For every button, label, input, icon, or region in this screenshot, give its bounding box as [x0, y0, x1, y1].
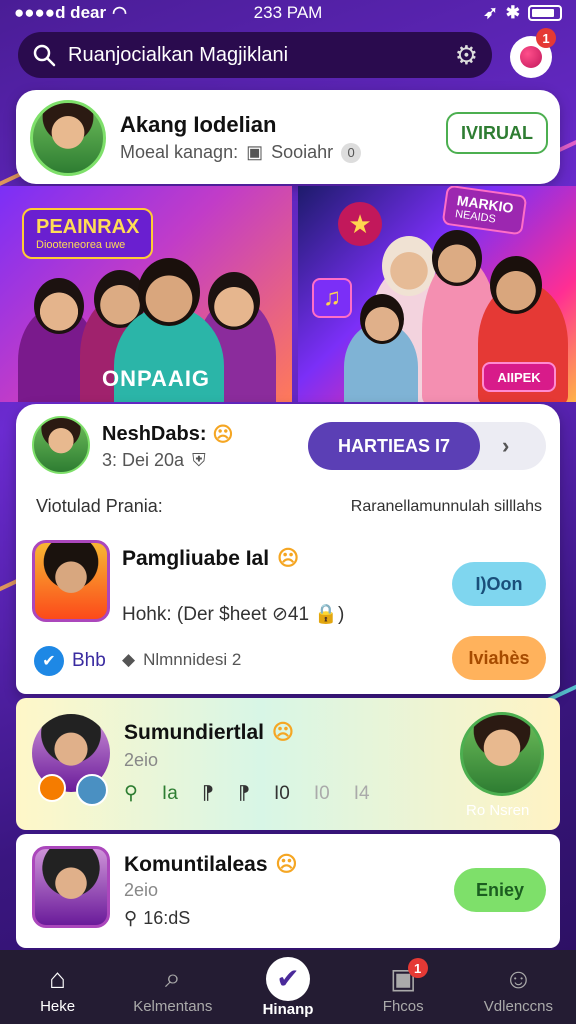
section-label-left: Viotulad Prania: — [36, 496, 163, 516]
banner-tag: MARKIO NEAIDS — [441, 186, 528, 236]
profile-subtitle: Moeal kanagn: — [120, 142, 239, 162]
notification-badge: 1 — [407, 958, 428, 978]
verified-icon: ✔ — [34, 646, 64, 676]
stat-value: I0 — [273, 782, 290, 804]
location-pin-icon: ⚲ — [124, 783, 138, 804]
avatar[interactable] — [32, 416, 90, 474]
nav-label: Heke — [40, 997, 76, 1015]
post-title: Pamgliuabe Ial — [122, 546, 270, 570]
bluetooth-icon: ✱ — [505, 3, 520, 22]
stat-value: ⁋ — [201, 783, 214, 804]
stat-value: I0 — [313, 782, 330, 804]
post-title: Komuntilaleas — [124, 852, 268, 876]
harties-button[interactable]: HARTIEAS I7 › — [308, 422, 546, 470]
profile-meta: Sooiahr — [271, 142, 334, 162]
nav-profile[interactable]: ☺ Vdlenccns — [461, 950, 576, 1024]
status-bar: ●●●●d dear ◠ 233 PAM ➶ ✱ — [0, 0, 576, 26]
enjoy-button[interactable]: Eniey — [454, 868, 546, 912]
virtual-button[interactable]: IVIRUAL — [446, 112, 548, 154]
banner-cta-button[interactable]: AIIPEK — [482, 362, 556, 392]
gear-icon[interactable]: ⚙ — [455, 40, 478, 71]
avatar — [520, 46, 542, 68]
person-image — [432, 230, 482, 286]
post-title: Sumundiertlal — [124, 720, 265, 744]
star-icon: ★ — [338, 202, 382, 246]
banner-left[interactable]: PEAINRAX Diooteneorea uwe ONPAAIG — [0, 186, 292, 402]
person-image — [208, 272, 260, 330]
notification-badge: 1 — [536, 28, 556, 48]
banner-tag-sub: Diooteneorea uwe — [36, 239, 126, 251]
nav-label: Kelmentans — [133, 997, 213, 1015]
post-thumbnail[interactable] — [32, 846, 110, 928]
search-icon — [33, 44, 56, 67]
location-pin-icon: ⚲ — [124, 908, 138, 928]
avatar[interactable] — [30, 100, 106, 176]
nav-home[interactable]: ⌂ Heke — [0, 950, 115, 1024]
stat-value: I4 — [353, 782, 370, 804]
nav-check[interactable]: ✔ Hinanp — [230, 950, 345, 1024]
post-meta: Hohk: (Der $heet ⊘41 🔒) — [122, 604, 345, 625]
wifi-icon: ◠ — [112, 3, 127, 22]
banner-tag: PEAINRAX Diooteneorea uwe — [22, 208, 154, 259]
shield-icon: ⛨ — [192, 450, 206, 470]
emoji-icon: ☹ — [212, 424, 234, 446]
folder-icon: ▣ — [246, 142, 264, 162]
post-meta: 16:dS — [143, 908, 191, 928]
banner-right[interactable]: MARKIO NEAIDS ★ ♫ AIIPEK — [298, 186, 576, 402]
banner-caption: ONPAAIG — [102, 366, 211, 391]
harties-label: HARTIEAS I7 — [308, 422, 480, 470]
carrier-label: ●●●●d dear — [14, 3, 107, 22]
banner-tag-title: PEAINRAX — [36, 216, 140, 238]
post-subtitle: 2eio — [124, 750, 159, 770]
profile-name: Akang Iodelian — [120, 112, 277, 137]
nav-label: Fhcos — [382, 997, 424, 1015]
right-label: Ro Nsren — [466, 802, 530, 819]
join-button[interactable]: I)Oon — [452, 562, 546, 606]
nav-label: Hinanp — [262, 1000, 314, 1018]
nav-label: Vdlenccns — [483, 997, 554, 1015]
home-icon: ⌂ — [49, 962, 67, 994]
location-icon: ➶ — [483, 3, 498, 22]
blue-badge-icon — [76, 774, 108, 806]
emoji-icon: ☹ — [277, 547, 299, 570]
bottom-nav: ⌂ Heke ⌕ Kelmentans ✔ Hinanp ▣ 1 Fhcos ☺… — [0, 950, 576, 1024]
search-bar[interactable]: Ruanjocialkan Magjiklani ⚙ — [18, 32, 492, 78]
profile-avatar-button[interactable]: 1 — [510, 28, 556, 78]
search-input[interactable]: Ruanjocialkan Magjiklani — [68, 44, 455, 67]
music-icon: ♫ — [312, 278, 352, 318]
emoji-icon: ☹ — [272, 721, 294, 744]
person-image — [138, 258, 200, 326]
stat-value: Ia — [161, 782, 178, 804]
feed-card: NeshDabs: ☹ 3: Dei 20a ⛨ HARTIEAS I7 › V… — [16, 404, 560, 694]
orange-badge-icon — [38, 774, 66, 802]
avatar[interactable] — [460, 712, 544, 796]
person-image — [34, 278, 84, 334]
check-icon: ✔ — [266, 956, 310, 1001]
tag-icon: ◆ — [122, 650, 136, 669]
search-icon: ⌕ — [164, 962, 181, 993]
feed-date: 3: Dei 20a — [102, 450, 185, 470]
post-thumbnail[interactable] — [32, 540, 110, 622]
list-item[interactable]: Komuntilaleas ☹ 2eio ⚲ 16:dS Eniey — [16, 834, 560, 948]
section-label-right: Raranellamunnulah silllahs — [350, 498, 542, 515]
chevron-right-icon: › — [502, 433, 510, 458]
emoji-icon: ☹ — [275, 853, 298, 876]
post-subtitle: 2eio — [124, 880, 159, 900]
stat-value: ⁋ — [237, 783, 250, 804]
nav-photos[interactable]: ▣ 1 Fhcos — [346, 950, 461, 1024]
battery-icon — [528, 5, 562, 21]
user-icon: ☺ — [504, 962, 533, 994]
feed-author-name: NeshDabs: — [102, 423, 207, 445]
nav-search[interactable]: ⌕ Kelmentans — [115, 950, 230, 1024]
share-button[interactable]: Iviahès — [452, 636, 546, 680]
clock: 233 PAM — [253, 3, 323, 22]
profile-card: Akang Iodelian Moeal kanagn: ▣ Sooiahr 0… — [16, 90, 560, 184]
post-tag-primary[interactable]: Bhb — [72, 650, 106, 672]
profile-meta-count: 0 — [341, 142, 362, 163]
person-image — [360, 294, 404, 344]
post-tag-secondary: Nlmnnidesi 2 — [143, 650, 242, 669]
list-item[interactable]: Sumundiertlal ☹ 2eio ⚲ Ia ⁋ ⁋ I0 I0 I4 R… — [16, 698, 560, 830]
person-image — [490, 256, 542, 314]
